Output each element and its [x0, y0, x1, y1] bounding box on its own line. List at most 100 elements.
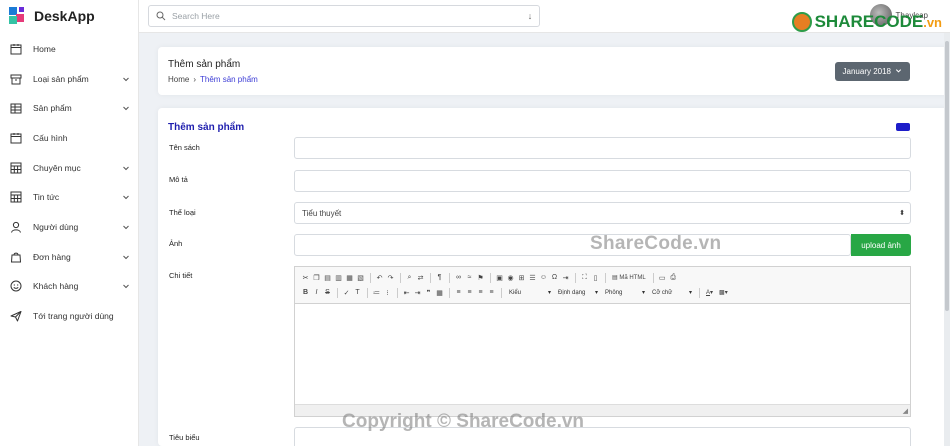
format-painter-icon[interactable]: ✓: [342, 288, 351, 297]
page-header-card: Thêm sản phẩm Home › Thêm sản phẩm Janua…: [158, 47, 948, 95]
outdent-icon[interactable]: ⇤: [402, 288, 411, 297]
date-button-label: January 2018: [842, 67, 891, 76]
the-loai-select[interactable]: Tiểu thuyết ⬍: [294, 202, 911, 224]
submit-button[interactable]: [896, 123, 910, 131]
style-combo[interactable]: Kiểu ▾: [506, 289, 554, 297]
editor-content-area[interactable]: [295, 304, 910, 404]
align-left-icon[interactable]: ≡: [454, 288, 463, 297]
special-char-icon[interactable]: Ω: [550, 273, 559, 282]
bag-icon: [9, 250, 22, 263]
show-blocks-icon[interactable]: ▯: [591, 273, 600, 282]
table-icon[interactable]: ⊞: [517, 273, 526, 282]
sidebar-item-san-pham[interactable]: Sản phẩm: [0, 93, 138, 123]
search-box[interactable]: ↓: [148, 5, 540, 27]
arrow-down-icon[interactable]: ↓: [521, 11, 539, 21]
scrollbar-thumb[interactable]: [945, 41, 949, 311]
bulleted-list-icon[interactable]: ⁝: [383, 288, 392, 297]
remove-format-icon[interactable]: T: [353, 288, 362, 297]
sidebar-item-khach-hang[interactable]: Khách hàng: [0, 272, 138, 302]
strike-icon[interactable]: S: [323, 288, 332, 297]
smile-icon: [9, 280, 22, 293]
font-combo[interactable]: Phông ▾: [602, 289, 648, 297]
page-scrollbar[interactable]: [944, 33, 950, 446]
paste-word-icon[interactable]: ▦: [345, 273, 354, 282]
numbered-list-icon[interactable]: ≔: [372, 288, 381, 297]
toolbar-separator: [575, 272, 576, 283]
sidebar-item-chuyen-muc[interactable]: Chuyên mục: [0, 153, 138, 183]
breadcrumb-current: Thêm sản phẩm: [200, 75, 258, 84]
topbar: ↓ Thaylcap SHARECODE.vn: [139, 0, 950, 33]
search-icon: [156, 11, 166, 21]
search-input[interactable]: [172, 11, 521, 21]
redo-icon[interactable]: ↷: [386, 273, 395, 282]
image-icon[interactable]: ▣: [495, 273, 504, 282]
paste-word-icon[interactable]: ▧: [356, 273, 365, 282]
save-icon[interactable]: ▭: [658, 273, 667, 282]
sidebar-item-tin-tuc[interactable]: Tin tức: [0, 182, 138, 212]
resize-handle-icon[interactable]: ◢: [903, 407, 908, 415]
link-icon[interactable]: ∞: [454, 273, 463, 282]
replace-icon[interactable]: ⇄: [416, 273, 425, 282]
page-break-icon[interactable]: ⇥: [561, 273, 570, 282]
cut-icon[interactable]: ✂: [301, 273, 310, 282]
archive-icon: [9, 72, 22, 85]
anh-input[interactable]: [294, 234, 851, 256]
toolbar-separator: [449, 272, 450, 283]
sidebar-item-loai-san-pham[interactable]: Loại sản phẩm: [0, 64, 138, 94]
copy-icon[interactable]: ❐: [312, 273, 321, 282]
sidebar-item-toi-trang-nguoi-dung[interactable]: Tới trang người dùng: [0, 301, 138, 331]
find-icon[interactable]: ⌕: [405, 273, 414, 282]
spellcheck-icon[interactable]: ¶: [435, 273, 444, 282]
watermark-footer: Copyright © ShareCode.vn: [342, 411, 585, 432]
unlink-icon[interactable]: ≈: [465, 273, 474, 282]
blockquote-icon[interactable]: ❞: [424, 288, 433, 297]
italic-icon[interactable]: I: [312, 288, 321, 297]
brand-name: DeskApp: [34, 8, 95, 24]
align-justify-icon[interactable]: ≡: [487, 288, 496, 297]
toolbar-separator: [501, 287, 502, 298]
mo-ta-label: Mô tả: [169, 175, 188, 184]
chevron-down-icon: [122, 282, 130, 290]
paste-icon[interactable]: ▤: [323, 273, 332, 282]
sidebar-item-don-hang[interactable]: Đơn hàng: [0, 242, 138, 272]
brand[interactable]: DeskApp: [0, 0, 138, 32]
paste-text-icon[interactable]: ▥: [334, 273, 343, 282]
sidebar-item-cau-hinh[interactable]: Cấu hình: [0, 123, 138, 153]
align-right-icon[interactable]: ≡: [476, 288, 485, 297]
maximize-icon[interactable]: ⛶: [580, 273, 589, 282]
smiley-icon[interactable]: ☺: [539, 273, 548, 282]
upload-image-button[interactable]: upload ảnh: [851, 234, 911, 256]
the-loai-label: Thể loại: [169, 208, 196, 217]
align-center-icon[interactable]: ≡: [465, 288, 474, 297]
toolbar-separator: [397, 287, 398, 298]
sidebar-item-nguoi-dung[interactable]: Người dùng: [0, 212, 138, 242]
sidebar: DeskApp Home Loại sản phẩm Sản phẩm Cấu …: [0, 0, 139, 446]
flash-icon[interactable]: ◉: [506, 273, 515, 282]
date-dropdown-button[interactable]: January 2018: [834, 62, 910, 81]
toolbar-separator: [430, 272, 431, 283]
bold-icon[interactable]: B: [301, 288, 310, 297]
text-color-icon[interactable]: A ▾: [704, 288, 715, 297]
sidebar-item-home[interactable]: Home: [0, 34, 138, 64]
size-combo[interactable]: Cỡ chữ ▾: [649, 289, 695, 297]
indent-icon[interactable]: ⇥: [413, 288, 422, 297]
breadcrumb-home[interactable]: Home: [168, 75, 189, 84]
brand-logo-icon: [8, 6, 28, 26]
anchor-icon[interactable]: ⚑: [476, 273, 485, 282]
source-button[interactable]: ▤ Mã HTML: [610, 273, 648, 282]
breadcrumb-separator: ›: [193, 75, 197, 84]
toolbar-separator: [400, 272, 401, 283]
undo-icon[interactable]: ↶: [375, 273, 384, 282]
sidebar-item-label: Sản phẩm: [33, 103, 72, 114]
format-combo[interactable]: Định dạng ▾: [555, 289, 601, 297]
div-icon[interactable]: ▦: [435, 288, 444, 297]
sidebar-item-label: Khách hàng: [33, 281, 79, 292]
chevron-down-icon: [895, 67, 902, 76]
sidebar-item-label: Loại sản phẩm: [33, 73, 89, 84]
mo-ta-input[interactable]: [294, 170, 911, 192]
preview-icon[interactable]: ⎙: [669, 273, 678, 282]
anh-label: Ảnh: [169, 239, 183, 248]
ten-sach-input[interactable]: [294, 137, 911, 159]
background-color-icon[interactable]: ▩▾: [717, 288, 730, 297]
horizontal-rule-icon[interactable]: ☰: [528, 273, 537, 282]
